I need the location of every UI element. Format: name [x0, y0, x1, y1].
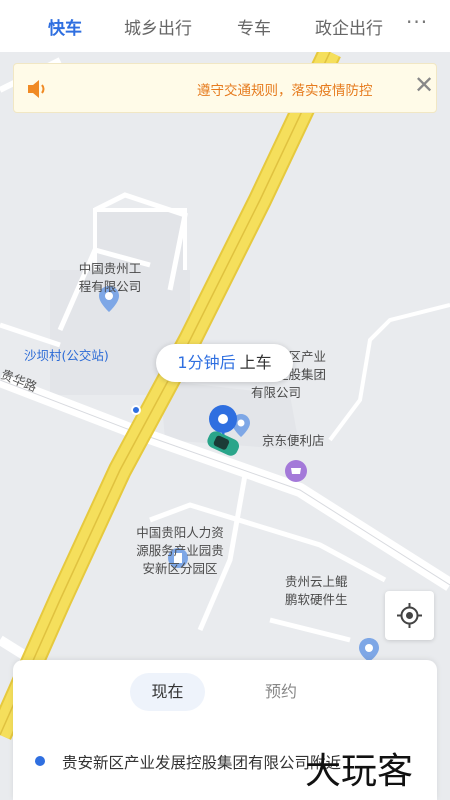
poi-label: 京东便利店 [262, 433, 325, 448]
eta-board-label: 上车 [239, 353, 272, 372]
tab-urban-rural[interactable]: 城乡出行 [124, 14, 192, 39]
eta-minutes: 1分钟后 [177, 353, 236, 372]
service-tab-bar: 快车 城乡出行 专车 政企出行 ··· [0, 0, 450, 52]
bus-stop-marker[interactable] [131, 405, 141, 415]
notice-banner: 遵守交通规则，落实疫情防控 ✕ [13, 63, 437, 113]
car-icon [207, 431, 240, 456]
crosshair-icon [397, 603, 422, 628]
pickup-address[interactable]: 贵安新区产业发展控股集团有限公司附近 [62, 751, 341, 773]
pickup-dot-icon [35, 756, 45, 766]
close-icon[interactable]: ✕ [414, 73, 434, 97]
locate-button[interactable] [385, 591, 434, 640]
tab-premier[interactable]: 专车 [237, 14, 271, 39]
more-tabs-icon[interactable]: ··· [406, 10, 428, 34]
poi-label: 贵州云上鲲 鹏软硬件生 [285, 574, 348, 607]
tab-reserve[interactable]: 预约 [265, 673, 297, 711]
notice-text: 遵守交通规则，落实疫情防控 [197, 83, 373, 99]
poi-label: 中国贵阳人力资 源服务产业园贵 安新区分园区 [136, 525, 224, 576]
pickup-eta-bubble: 1分钟后 上车 [156, 344, 293, 382]
shop-icon [285, 460, 307, 482]
watermark: 大玩客 [305, 751, 414, 792]
tab-enterprise[interactable]: 政企出行 [315, 14, 383, 39]
tab-express[interactable]: 快车 [48, 14, 82, 39]
tab-now[interactable]: 现在 [130, 673, 205, 711]
speaker-icon [28, 80, 45, 98]
poi-label: 中国贵州工 程有限公司 [78, 261, 142, 294]
bus-stop-label[interactable]: 沙坝村(公交站) [24, 347, 109, 365]
poi-pin-icon [359, 638, 379, 662]
